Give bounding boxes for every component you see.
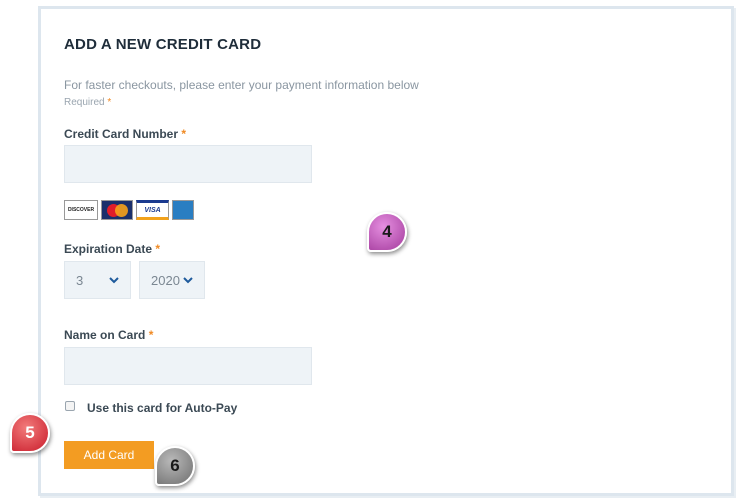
callout-badge-6: 6 [155, 446, 195, 486]
card-number-input[interactable] [64, 145, 312, 183]
accepted-cards: DISCOVER VISA [64, 200, 194, 220]
card-number-label: Credit Card Number * [64, 127, 186, 141]
callout-badge-4: 4 [367, 212, 407, 252]
expiration-label-text: Expiration Date [64, 242, 153, 256]
required-star: * [181, 127, 187, 141]
amex-card-logo [172, 200, 194, 220]
name-on-card-label: Name on Card * [64, 328, 153, 342]
exp-year-value: 2020 [151, 272, 180, 288]
expiration-label: Expiration Date * [64, 242, 160, 256]
discover-card-logo: DISCOVER [64, 200, 98, 220]
required-star: * [107, 97, 112, 108]
discover-text: DISCOVER [67, 207, 95, 213]
chevron-down-icon [109, 277, 119, 284]
page-title: ADD A NEW CREDIT CARD [64, 36, 262, 53]
add-card-button[interactable]: Add Card [64, 441, 154, 469]
exp-month-value: 3 [76, 272, 84, 288]
mastercard-logo [101, 200, 133, 220]
autopay-label[interactable]: Use this card for Auto-Pay [87, 401, 237, 415]
autopay-checkbox[interactable] [65, 401, 75, 411]
callout-badge-5: 5 [10, 413, 50, 453]
name-on-card-input[interactable] [64, 347, 312, 385]
required-star: * [148, 328, 154, 342]
exp-year-select[interactable]: 2020 [139, 261, 205, 299]
form-subtitle: For faster checkouts, please enter your … [64, 78, 419, 92]
visa-text: VISA [144, 206, 161, 214]
visa-card-logo: VISA [136, 200, 169, 220]
exp-month-select[interactable]: 3 [64, 261, 131, 299]
required-note: Required * [64, 97, 111, 108]
chevron-down-icon [183, 277, 193, 284]
card-number-label-text: Credit Card Number [64, 127, 179, 141]
name-label-text: Name on Card [64, 328, 146, 342]
required-note-text: Required [64, 97, 105, 108]
required-star: * [155, 242, 161, 256]
